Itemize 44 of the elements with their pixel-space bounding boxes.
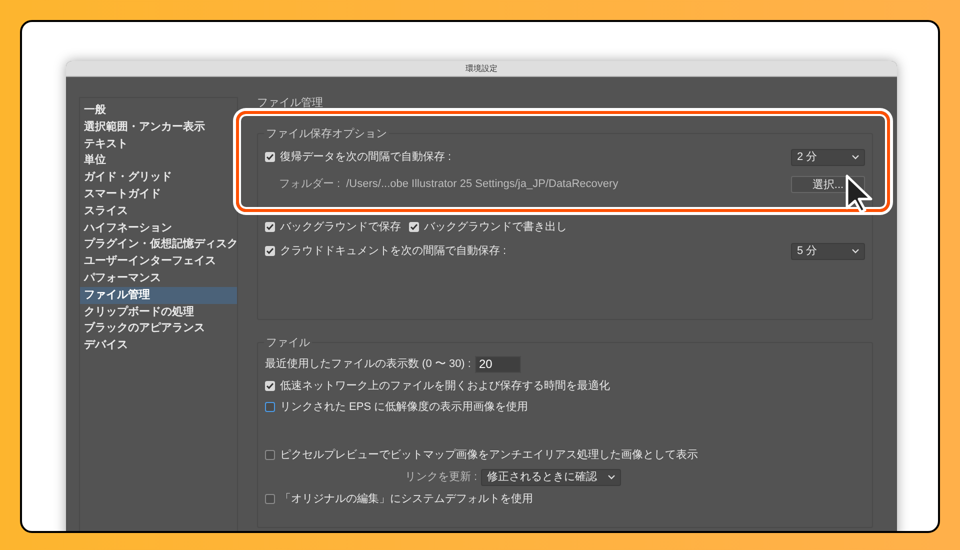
cursor-icon [845,174,875,214]
sidebar-item[interactable]: ブラックのアピアランス [80,320,237,338]
sidebar-item[interactable]: 選択範囲・アンカー表示 [80,118,237,136]
checkbox[interactable] [265,450,275,460]
folder-label: フォルダー : [279,176,340,192]
checkbox-label: リンクされた EPS に低解像度の表示用画像を使用 [280,400,528,415]
checkbox-label: 「オリジナルの編集」にシステムデフォルトを使用 [280,492,533,507]
sidebar-item[interactable]: ハイフネーション [80,220,237,236]
chevron-icon [852,154,859,160]
checkbox[interactable] [265,381,275,391]
sidebar-item[interactable]: 一般 [80,102,237,119]
chevron-icon [852,248,859,254]
field-label: 最近使用したファイルの表示数 (0 〜 30) : [265,356,471,372]
sidebar-item[interactable]: パフォーマンス [80,270,237,287]
sidebar-item[interactable]: 単位 [80,152,237,170]
dropdown[interactable]: 2 分 [791,148,865,166]
checkbox-label: バックグラウンドで書き出し [424,220,567,235]
checkbox-label: バックグラウンドで保存 [280,220,401,235]
sidebar-item[interactable]: テキスト [80,136,237,152]
folder-path: /Users/...obe Illustrator 25 Settings/ja_JP/DataRecovery [346,176,618,192]
checkbox-label: クラウドドキュメントを次の間隔で自動保存 : [280,244,506,259]
checkbox-label: 復帰データを次の間隔で自動保存 : [280,150,452,165]
checkbox[interactable] [265,152,275,162]
chevron-icon [608,474,616,480]
checkbox-label: ピクセルプレビューでビットマップ画像をアンチエイリアス処理した画像として表示 [280,448,698,463]
dropdown[interactable]: 5 分 [791,242,865,260]
checkbox[interactable] [265,222,275,232]
sidebar-item[interactable]: プラグイン・仮想記憶ディスク [80,236,237,254]
sidebar-item[interactable]: ガイド・グリッド [80,169,237,186]
sidebar-item[interactable]: デバイス [80,337,237,354]
checkbox[interactable] [409,222,419,232]
number-field[interactable]: 20 [474,356,521,372]
checkbox[interactable] [265,402,275,412]
sidebar-item[interactable]: スライス [80,202,237,220]
sidebar-item[interactable]: ユーザーインターフェイス [80,253,237,270]
checkbox[interactable] [265,494,275,504]
checkbox-label: 低速ネットワーク上のファイルを開くおよび保存する時間を最適化 [280,378,610,394]
window-title: 環境設定 [466,62,498,74]
field-label: リンクを更新 : [405,470,478,485]
sidebar-item[interactable]: クリップボードの処理 [80,304,237,320]
dropdown[interactable]: 修正されるときに確認 [481,468,622,486]
checkbox[interactable] [265,246,275,256]
sidebar-item[interactable]: スマートガイド [80,186,237,203]
sidebar-item[interactable]: ファイル管理 [80,286,237,304]
